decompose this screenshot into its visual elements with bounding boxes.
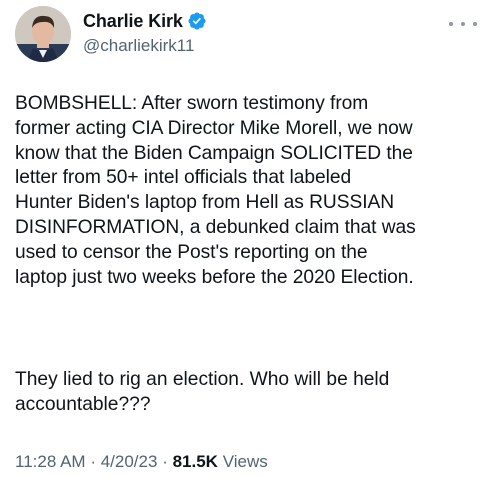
tweet-header: Charlie Kirk @charliekirk11 (15, 6, 485, 64)
dot-icon (473, 22, 477, 26)
tweet-text-paragraph-2: They lied to rig an election. Who will b… (15, 369, 390, 415)
tweet-date[interactable]: 4/20/23 (101, 452, 158, 471)
tweet-text-paragraph-1: BOMBSHELL: After sworn testimony from fo… (15, 93, 416, 288)
name-row: Charlie Kirk (83, 9, 207, 33)
more-options-icon[interactable] (449, 16, 477, 32)
author-name[interactable]: Charlie Kirk (83, 11, 183, 32)
tweet-time[interactable]: 11:28 AM (15, 452, 86, 471)
tweet-meta: 11:28 AM · 4/20/23 · 81.5K Views (15, 452, 268, 472)
meta-separator: · (162, 452, 168, 471)
tweet-card: Charlie Kirk @charliekirk11 BOMBSHELL: A… (0, 0, 500, 478)
avatar-image (15, 6, 71, 62)
views-label: Views (222, 452, 268, 471)
dot-icon (461, 22, 465, 26)
dot-icon (449, 22, 453, 26)
avatar[interactable] (15, 6, 71, 62)
author-info: Charlie Kirk @charliekirk11 (83, 9, 207, 56)
meta-separator: · (90, 452, 96, 471)
views-count[interactable]: 81.5K (173, 452, 218, 471)
author-handle[interactable]: @charliekirk11 (83, 36, 207, 56)
verified-badge-icon (188, 12, 206, 30)
